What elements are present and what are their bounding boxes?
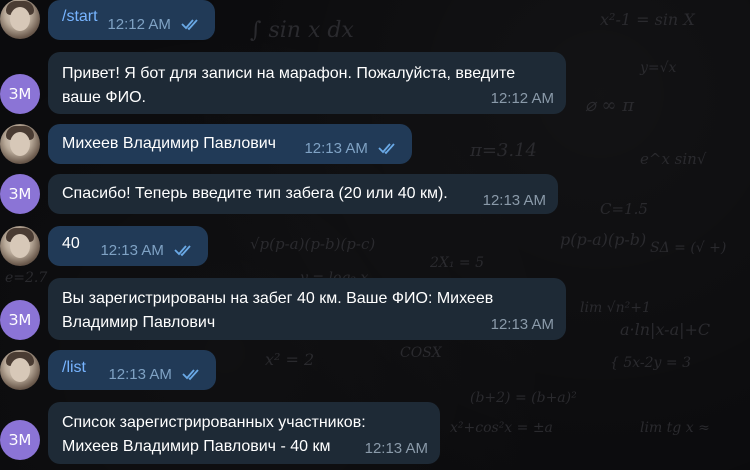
read-checkmarks-icon — [378, 143, 395, 155]
user-avatar[interactable] — [0, 124, 40, 164]
bot-avatar[interactable]: ЗМ — [0, 174, 40, 214]
message-time: 12:12 AM — [107, 16, 171, 33]
message-bubble-outgoing[interactable]: /start 12:12 AM — [48, 0, 215, 40]
message-bubble-incoming[interactable]: Спасибо! Теперь введите тип забега (20 и… — [48, 174, 558, 214]
message-bubble-outgoing[interactable]: /list 12:13 AM — [48, 350, 216, 390]
message-time: 12:12 AM — [490, 90, 554, 107]
message-time: 12:13 AM — [108, 366, 172, 383]
message-meta: 12:13 AM — [304, 140, 400, 158]
message-time: 12:13 AM — [364, 440, 428, 457]
avatar-face — [10, 234, 30, 258]
message-time: 12:13 AM — [482, 192, 546, 209]
message-time: 12:13 AM — [490, 316, 554, 333]
read-checkmarks-icon — [174, 245, 191, 257]
bot-avatar[interactable]: ЗМ — [0, 300, 40, 340]
message-meta: 12:13 AM — [100, 242, 196, 260]
avatar-face — [10, 132, 30, 156]
message-time: 12:13 AM — [304, 140, 368, 157]
message-meta: 12:13 AM — [108, 366, 204, 384]
bot-avatar[interactable]: ЗМ — [0, 74, 40, 114]
message-line: Вы зарегистрированы на забег 40 км. Ваше… — [62, 290, 494, 307]
avatar-face — [10, 358, 30, 382]
message-bubble-incoming[interactable]: Список зарегистрированных участников: Ми… — [48, 402, 440, 464]
read-checkmarks-icon — [182, 369, 199, 381]
avatar-face — [10, 7, 30, 31]
message-line: Привет! Я бот для записи на марафон. Пож… — [62, 65, 516, 82]
message-line: Владимир Павлович — [62, 314, 216, 331]
message-meta: 12:12 AM — [107, 16, 203, 34]
read-checkmarks-icon — [181, 19, 198, 31]
message-bubble-outgoing[interactable]: Михеев Владимир Павлович 12:13 AM — [48, 124, 412, 164]
user-avatar[interactable] — [0, 350, 40, 390]
chat-area[interactable]: ∫ sin x dx x²-1 = sin X y=√x ⌀ ∞ π π=3.1… — [0, 0, 750, 470]
message-line: ваше ФИО. — [62, 89, 146, 106]
message-line: Спасибо! Теперь введите тип забега (20 и… — [62, 185, 448, 202]
user-avatar[interactable] — [0, 226, 40, 266]
message-line: Список зарегистрированных участников: — [62, 414, 366, 431]
message-bubble-outgoing[interactable]: 40 12:13 AM — [48, 226, 208, 266]
user-avatar[interactable] — [0, 0, 40, 39]
message-bubble-incoming[interactable]: Вы зарегистрированы на забег 40 км. Ваше… — [48, 278, 566, 340]
bot-avatar[interactable]: ЗМ — [0, 420, 40, 460]
message-time: 12:13 AM — [100, 242, 164, 259]
message-bubble-incoming[interactable]: Привет! Я бот для записи на марафон. Пож… — [48, 52, 566, 114]
